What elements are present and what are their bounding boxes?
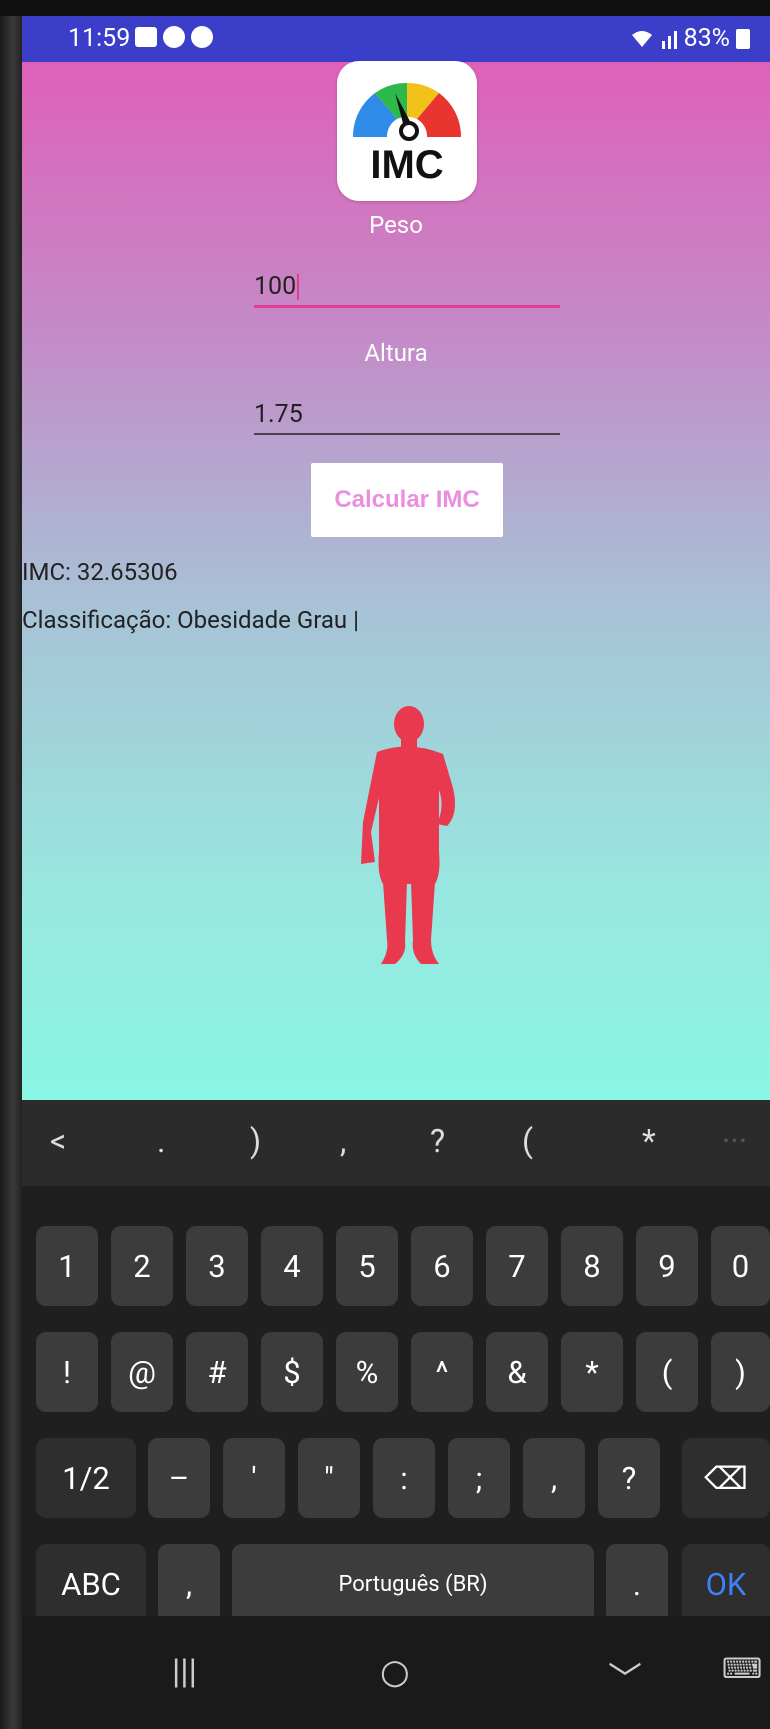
- app-notification-icon: [163, 26, 185, 48]
- key-8[interactable]: 8: [561, 1226, 623, 1306]
- signal-icon: [661, 30, 677, 49]
- suggestion-asterisk[interactable]: *: [642, 1122, 656, 1160]
- battery-icon: [736, 28, 750, 49]
- peso-value: 100: [254, 272, 297, 301]
- key-paren-open[interactable]: (: [636, 1332, 698, 1412]
- suggestion-paren-close[interactable]: ): [250, 1122, 261, 1160]
- key-colon[interactable]: :: [373, 1438, 435, 1518]
- peso-label: Peso: [369, 211, 423, 239]
- key-comma[interactable]: ,: [523, 1438, 585, 1518]
- suggestion-comma[interactable]: ,: [340, 1122, 346, 1160]
- body-silhouette-icon: [361, 706, 455, 964]
- key-7[interactable]: 7: [486, 1226, 548, 1306]
- key-apostrophe[interactable]: ': [223, 1438, 285, 1518]
- status-right: 83%: [630, 24, 750, 53]
- backspace-icon: ⌫: [704, 1459, 748, 1497]
- key-0[interactable]: 0: [711, 1226, 770, 1306]
- key-comma-bottom[interactable]: ,: [158, 1544, 220, 1624]
- key-4[interactable]: 4: [261, 1226, 323, 1306]
- key-paren-close[interactable]: ): [711, 1332, 770, 1412]
- phone-screen: 11:59 83% IMC Peso 100 Altura 1.75 Calcu…: [22, 16, 770, 1729]
- space-key[interactable]: Português (BR): [232, 1544, 594, 1624]
- gauge-icon: [352, 82, 462, 141]
- notification-icons: [135, 26, 213, 48]
- imc-logo: IMC: [337, 61, 477, 201]
- backspace-key[interactable]: ⌫: [682, 1438, 770, 1518]
- key-3[interactable]: 3: [186, 1226, 248, 1306]
- suggestion-more[interactable]: ···: [722, 1122, 747, 1160]
- chat-notification-icon: [191, 26, 213, 48]
- key-exclamation[interactable]: !: [36, 1332, 98, 1412]
- altura-label: Altura: [364, 339, 428, 367]
- key-quote[interactable]: ": [298, 1438, 360, 1518]
- device-bezel-top: [0, 0, 770, 16]
- key-abc[interactable]: ABC: [36, 1544, 146, 1624]
- home-button[interactable]: ○: [380, 1652, 410, 1692]
- key-2[interactable]: 2: [111, 1226, 173, 1306]
- wifi-icon: [631, 30, 652, 47]
- text-cursor: [297, 274, 300, 301]
- key-5[interactable]: 5: [336, 1226, 398, 1306]
- status-bar: 11:59 83%: [22, 16, 770, 62]
- ok-key[interactable]: OK: [682, 1544, 770, 1624]
- key-ampersand[interactable]: &: [486, 1332, 548, 1412]
- classification-text: Classificação: Obesidade Grau |: [22, 606, 359, 634]
- recents-button[interactable]: |||: [172, 1652, 197, 1692]
- key-period[interactable]: .: [606, 1544, 668, 1624]
- peso-input[interactable]: 100: [254, 272, 560, 308]
- key-page-toggle[interactable]: 1/2: [36, 1438, 136, 1518]
- keyboard-switch-icon[interactable]: ⌨: [722, 1652, 762, 1685]
- key-asterisk[interactable]: *: [561, 1332, 623, 1412]
- logo-text: IMC: [370, 143, 444, 187]
- key-caret[interactable]: ^: [411, 1332, 473, 1412]
- video-icon: [135, 27, 157, 47]
- key-1[interactable]: 1: [36, 1226, 98, 1306]
- key-dollar[interactable]: $: [261, 1332, 323, 1412]
- navigation-bar: ||| ○ ﹀ ⌨: [22, 1616, 770, 1729]
- altura-input[interactable]: 1.75: [254, 400, 560, 435]
- key-9[interactable]: 9: [636, 1226, 698, 1306]
- device-bezel: [0, 0, 22, 1729]
- key-at[interactable]: @: [111, 1332, 173, 1412]
- imc-result: IMC: 32.65306: [22, 558, 178, 586]
- symbol-suggestion-bar: < . ) , ? ( * ···: [22, 1100, 770, 1186]
- key-semicolon[interactable]: ;: [448, 1438, 510, 1518]
- altura-value: 1.75: [254, 400, 303, 429]
- battery-percent: 83%: [683, 24, 730, 53]
- key-dash[interactable]: –: [148, 1438, 210, 1518]
- status-time: 11:59: [68, 24, 131, 53]
- key-6[interactable]: 6: [411, 1226, 473, 1306]
- back-button[interactable]: ﹀: [608, 1652, 642, 1701]
- calcular-imc-button[interactable]: Calcular IMC: [311, 463, 503, 537]
- suggestion-period[interactable]: .: [157, 1122, 165, 1160]
- key-percent[interactable]: %: [336, 1332, 398, 1412]
- suggestion-back[interactable]: <: [50, 1122, 66, 1160]
- suggestion-question[interactable]: ?: [430, 1122, 445, 1160]
- key-question[interactable]: ?: [598, 1438, 660, 1518]
- imc-app: 11:59 83% IMC Peso 100 Altura 1.75 Calcu…: [22, 16, 770, 1100]
- suggestion-paren-open[interactable]: (: [522, 1122, 533, 1160]
- key-hash[interactable]: #: [186, 1332, 248, 1412]
